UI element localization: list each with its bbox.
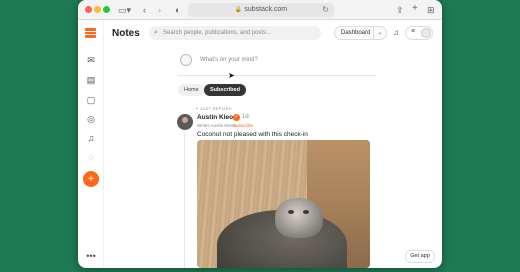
- sidebar-icon[interactable]: ▭▾: [118, 4, 131, 16]
- author-avatar[interactable]: [177, 114, 193, 130]
- browser-window: ▭▾ ‹ › ◐ 🔒 substack.com ↻ ⇪ + ⊞ ✉ ▤ ▢ ◎ ♫…: [78, 0, 442, 268]
- back-icon[interactable]: ‹: [143, 4, 146, 16]
- reload-icon[interactable]: ↻: [322, 3, 329, 17]
- close-window-button[interactable]: [85, 6, 92, 13]
- chevron-down-icon[interactable]: ⌄: [373, 27, 386, 39]
- minimize-window-button[interactable]: [94, 6, 101, 13]
- subscribe-link[interactable]: Subscribe: [233, 123, 253, 128]
- account-menu-button[interactable]: ≡: [405, 26, 433, 40]
- more-icon[interactable]: •••: [85, 250, 97, 262]
- library-icon[interactable]: ▤: [85, 74, 97, 86]
- search-icon: ⌕: [154, 29, 158, 36]
- substack-logo[interactable]: [85, 28, 96, 38]
- owl-eye: [288, 210, 294, 214]
- notification-bell-icon[interactable]: ♫: [393, 28, 399, 38]
- compose-button[interactable]: +: [83, 171, 99, 187]
- dashboard-label: Dashboard: [341, 30, 371, 36]
- address-bar[interactable]: 🔒 substack.com ↻: [188, 3, 334, 17]
- zoom-window-button[interactable]: [103, 6, 110, 13]
- note-text: Coconut not pleased with this check-in: [197, 131, 308, 138]
- tab-subscribed[interactable]: Subscribed: [204, 84, 246, 96]
- tabs-overview-icon[interactable]: ⊞: [427, 4, 435, 16]
- shield-icon[interactable]: ◐: [175, 4, 180, 16]
- address-text: substack.com: [244, 6, 288, 13]
- chat-icon[interactable]: ▢: [85, 94, 97, 106]
- note-composer[interactable]: What's on your mind?: [178, 51, 376, 76]
- lock-icon: 🔒: [234, 7, 243, 13]
- avatar: [421, 28, 431, 38]
- reply-icon: ▪: [196, 106, 199, 112]
- note-timestamp[interactable]: 1d: [242, 114, 249, 120]
- note-image[interactable]: [197, 140, 370, 268]
- note-context: ▪ JUST REPLIED: [196, 106, 232, 112]
- author-name[interactable]: Austin Kleon: [197, 114, 237, 121]
- composer-avatar: [180, 54, 192, 66]
- new-tab-icon[interactable]: +: [412, 3, 418, 15]
- search-placeholder: Search people, publications, and posts..…: [163, 30, 272, 36]
- composer-prompt: What's on your mind?: [200, 57, 258, 63]
- owl-eye: [303, 210, 309, 214]
- bell-icon[interactable]: ♫: [85, 132, 97, 144]
- author-publication[interactable]: Writes Austin Kleon: [197, 123, 236, 128]
- menu-icon: ≡: [411, 28, 416, 35]
- search-input[interactable]: ⌕ Search people, publications, and posts…: [149, 26, 321, 40]
- owl: [275, 198, 323, 238]
- note-context-label: JUST REPLIED: [200, 106, 232, 111]
- inbox-icon[interactable]: ✉: [85, 54, 97, 66]
- verified-badge-icon: ✓: [233, 114, 240, 121]
- tab-home[interactable]: Home: [178, 84, 205, 96]
- browser-toolbar: ▭▾ ‹ › ◐ 🔒 substack.com ↻ ⇪ + ⊞: [78, 0, 442, 20]
- page-title: Notes: [112, 28, 140, 39]
- left-nav-rail: ✉ ▤ ▢ ◎ ♫ ☆ + •••: [78, 20, 104, 268]
- forward-icon[interactable]: ›: [158, 4, 161, 16]
- star-icon[interactable]: ☆: [85, 151, 97, 163]
- mouse-cursor-icon: ➤: [228, 71, 235, 80]
- explore-icon[interactable]: ◎: [85, 113, 97, 125]
- share-icon[interactable]: ⇪: [396, 4, 404, 16]
- dashboard-button[interactable]: Dashboard ⌄: [334, 26, 387, 40]
- get-app-button[interactable]: Get app: [405, 250, 435, 263]
- thread-line: [184, 134, 185, 268]
